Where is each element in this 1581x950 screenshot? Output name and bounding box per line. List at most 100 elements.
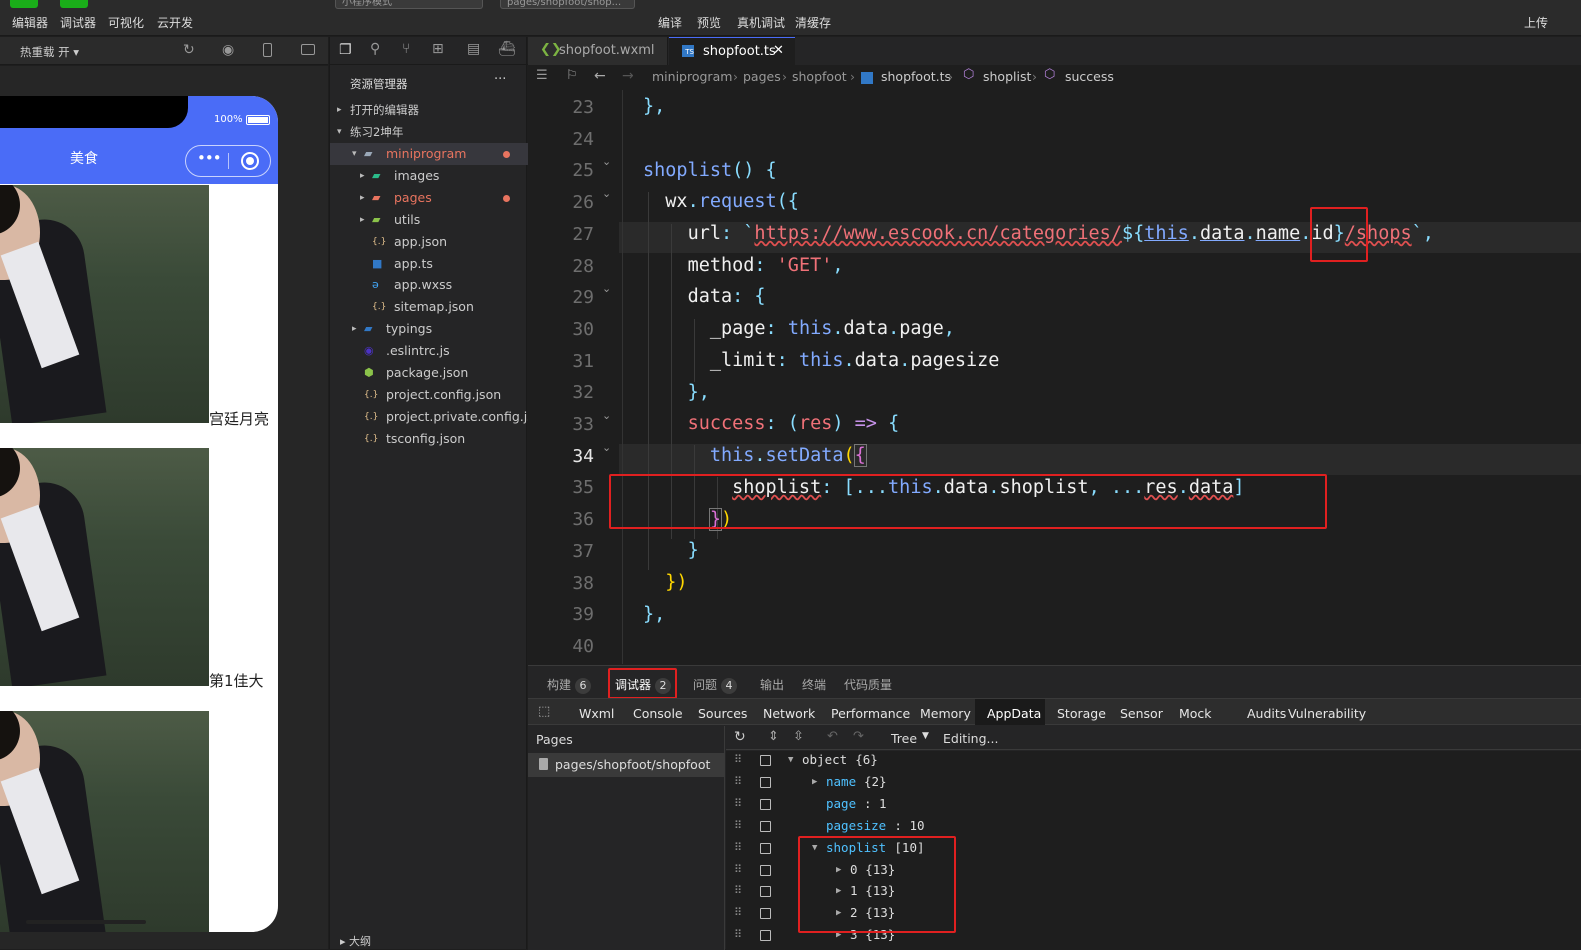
fold-icon[interactable]: ⌄ [602, 282, 611, 295]
devtools-tab-sensor[interactable]: Sensor [1120, 706, 1163, 721]
appdata-row[interactable]: ⠿ ▶ name {2} [726, 771, 1581, 793]
code-line[interactable]: wx.request({ [643, 191, 799, 212]
breadcrumb-shopfoot[interactable]: shopfoot [792, 69, 847, 84]
chevron-right-icon[interactable]: ▶ [812, 771, 817, 793]
devtools-tab-network[interactable]: Network [763, 706, 815, 721]
tree-item-app-ts[interactable]: ■ app.ts [330, 253, 528, 275]
chevron-down-icon[interactable]: ▼ [788, 751, 793, 771]
devtools-tab-performance[interactable]: Performance [831, 706, 910, 721]
code-line[interactable]: data: { [643, 286, 766, 307]
drag-handle-icon[interactable]: ⠿ [734, 902, 742, 924]
toolbar-green-stub[interactable] [60, 0, 88, 8]
breadcrumb-shoplist[interactable]: shoplist [983, 69, 1031, 84]
panel-tab-0[interactable]: 构建 6 [547, 676, 592, 694]
panel-tab-2[interactable]: 问题 4 [693, 676, 738, 694]
fold-icon[interactable]: ⌄ [602, 187, 611, 200]
tab-shopfoot-ts[interactable]: TS shopfoot.ts ✕ [669, 37, 795, 65]
compile-button[interactable]: 编译 [658, 14, 682, 31]
docker-icon[interactable]: ⛴ [498, 41, 516, 57]
devtools-tab-memory[interactable]: Memory [920, 706, 971, 721]
inspect-icon[interactable]: ⬚ [538, 704, 550, 719]
toolbar-avatar-stub[interactable] [10, 0, 38, 8]
refresh-icon[interactable]: ↻ [183, 42, 195, 58]
edit-value-icon[interactable] [760, 886, 771, 898]
tab-shopfoot-wxml[interactable]: ❮❯ shopfoot.wxml [528, 37, 668, 65]
tree-item-images[interactable]: ▸ ▰ images [330, 165, 528, 187]
toolbar-visual-button[interactable]: 可视化 [108, 14, 144, 31]
tree-item-app-json[interactable]: {.} app.json [330, 231, 528, 253]
devtools-tab-appdata[interactable]: AppData [987, 706, 1041, 721]
drag-handle-icon[interactable]: ⠿ [734, 793, 742, 815]
close-mini-icon[interactable] [241, 152, 259, 170]
panel-tab-5[interactable]: 代码质量 [844, 676, 892, 693]
devtools-tab-wxml[interactable]: Wxml [579, 706, 614, 721]
fold-icon[interactable]: ⌄ [602, 155, 611, 168]
edit-value-icon[interactable] [760, 755, 771, 766]
code-line[interactable]: _limit: this.data.pagesize [643, 350, 1000, 371]
code-line[interactable]: _page: this.data.page, [643, 318, 955, 339]
breadcrumb-miniprogram[interactable]: miniprogram [652, 69, 732, 84]
collapse-all-icon[interactable]: ⇳ [793, 729, 804, 744]
devtools-tab-vulnerability[interactable]: Vulnerability [1288, 706, 1366, 721]
toolbar-cloud-button[interactable]: 云开发 [157, 14, 193, 31]
edit-value-icon[interactable] [760, 776, 771, 788]
edit-value-icon[interactable] [760, 820, 771, 832]
breadcrumb-pages[interactable]: pages [743, 69, 781, 84]
drag-handle-icon[interactable]: ⠿ [734, 771, 742, 793]
clear-cache-button[interactable]: 清缓存 [795, 14, 831, 31]
section-workspace[interactable]: ▾ 练习2坤年 [330, 121, 528, 143]
chevron-right-icon[interactable]: ▸ [360, 209, 365, 231]
forward-icon[interactable]: → [622, 68, 634, 84]
back-icon[interactable]: ← [594, 68, 606, 84]
breadcrumb-success[interactable]: success [1065, 69, 1114, 84]
compile-path-select[interactable]: pages/shopfoot/shop... [500, 0, 635, 9]
phone-icon[interactable] [263, 43, 272, 57]
more-actions-icon[interactable]: ··· [494, 72, 506, 87]
drag-handle-icon[interactable]: ⠿ [734, 859, 742, 881]
git-icon[interactable]: ⑂ [402, 41, 410, 57]
expand-all-icon[interactable]: ⇕ [768, 729, 779, 744]
remote-debug-button[interactable]: 真机调试 [737, 14, 785, 31]
outline-section[interactable]: ▸ 大纲 [340, 933, 371, 949]
redo-icon[interactable]: ↷ [853, 729, 864, 744]
undo-icon[interactable]: ↶ [827, 729, 838, 744]
code-line[interactable]: this.setData({ [643, 444, 867, 467]
appdata-row[interactable]: ⠿ ▼ object {6} [726, 751, 1581, 771]
more-icon[interactable]: ••• [197, 149, 222, 167]
panel-tab-3[interactable]: 输出 [760, 676, 784, 693]
edit-value-icon[interactable] [760, 842, 771, 854]
preview-button[interactable]: 预览 [697, 14, 721, 31]
code-line[interactable]: }) [643, 572, 687, 593]
window-icon[interactable] [301, 44, 315, 55]
section-open-editors[interactable]: ▸ 打开的编辑器 [330, 99, 528, 121]
fold-icon[interactable]: ⌄ [602, 409, 611, 422]
drag-handle-icon[interactable]: ⠿ [734, 815, 742, 837]
drag-handle-icon[interactable]: ⠿ [734, 837, 742, 859]
tree-item-typings[interactable]: ▸ ▰ typings [330, 318, 528, 340]
storage-icon[interactable]: ▤ [467, 41, 480, 57]
chevron-right-icon[interactable]: ▸ [360, 187, 365, 209]
edit-value-icon[interactable] [760, 930, 771, 942]
toolbar-debugger-button[interactable]: 调试器 [60, 14, 96, 31]
view-mode-select[interactable]: Tree [891, 731, 917, 746]
devtools-tab-audits[interactable]: Audits [1247, 706, 1286, 721]
mode-select[interactable]: 小程序模式 [335, 0, 483, 9]
tree-item-miniprogram[interactable]: ▾ ▰ miniprogram [330, 143, 528, 165]
upload-button[interactable]: 上传 [1524, 14, 1548, 31]
tree-item-pages[interactable]: ▸ ▰ pages [330, 187, 528, 209]
shop-image[interactable] [0, 185, 209, 423]
drag-handle-icon[interactable]: ⠿ [734, 880, 742, 902]
devtools-tab-sources[interactable]: Sources [698, 706, 747, 721]
drag-handle-icon[interactable]: ⠿ [734, 924, 742, 946]
appdata-row[interactable]: ⠿ pagesize: 10 [726, 815, 1581, 837]
tree-item-tsconfig-json[interactable]: {.} tsconfig.json [330, 428, 528, 450]
code-line[interactable]: shoplist() { [643, 160, 777, 181]
edit-value-icon[interactable] [760, 908, 771, 920]
page-item[interactable]: pages/shopfoot/shopfoot [528, 753, 725, 777]
chevron-down-icon[interactable]: ▾ [352, 143, 357, 165]
stop-icon[interactable]: ◉ [222, 42, 234, 58]
tree-item-utils[interactable]: ▸ ▰ utils [330, 209, 528, 231]
files-icon[interactable]: ❐ [339, 42, 352, 58]
code-line[interactable]: }, [643, 96, 665, 117]
breadcrumb-file[interactable]: shopfoot.ts [881, 69, 951, 84]
